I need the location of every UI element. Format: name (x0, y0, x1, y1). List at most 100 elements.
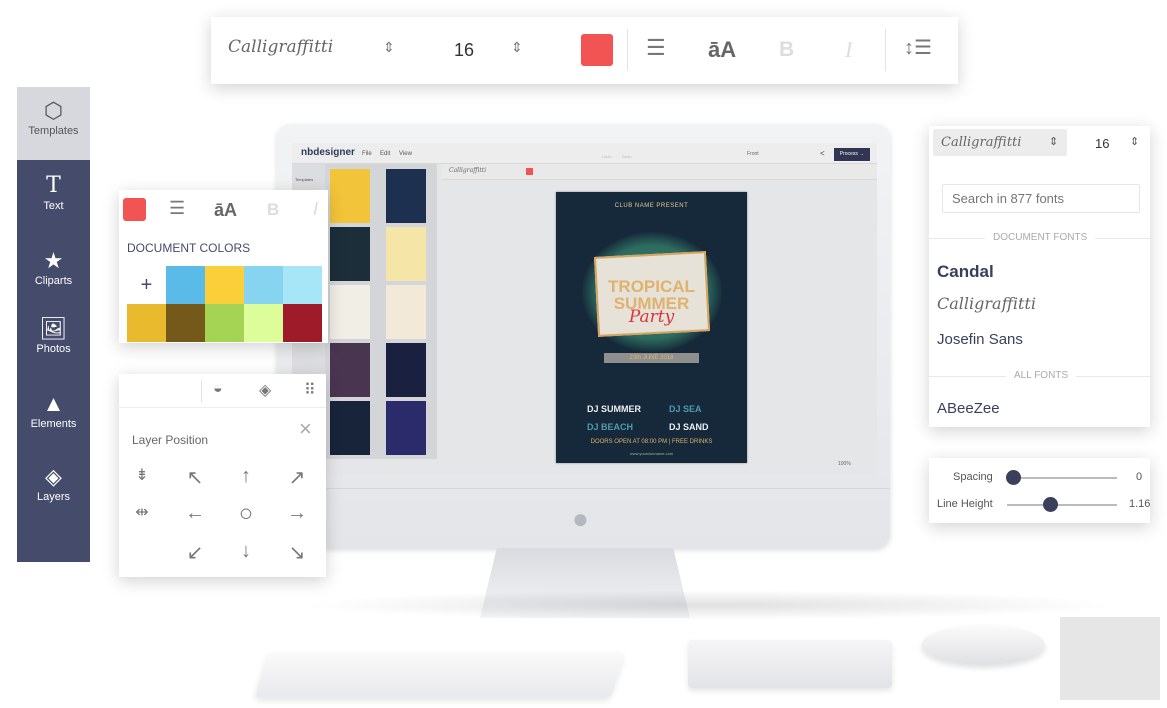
app-rail-templates[interactable]: Templates (295, 177, 313, 182)
italic-button[interactable]: I (313, 199, 318, 220)
font-family-select[interactable]: Calligraffitti (228, 37, 333, 57)
sidebar-item-templates[interactable]: ⬡ Templates (17, 87, 90, 160)
text-case-button[interactable]: āA (214, 200, 237, 221)
undo-button[interactable]: Undo (602, 154, 612, 159)
poster-date[interactable]: 23th JUNE 2018 (604, 353, 699, 363)
font-size-input[interactable]: 16 (1095, 136, 1109, 151)
redo-button[interactable]: Redo (622, 154, 632, 159)
process-button[interactable]: Process → (834, 148, 870, 161)
font-size-input[interactable]: 16 (454, 40, 474, 61)
color-swatch[interactable] (166, 304, 205, 342)
move-right-icon[interactable]: → (282, 502, 312, 525)
align-center-icon[interactable]: ☰ (169, 198, 185, 219)
spacing-slider[interactable] (1013, 477, 1117, 479)
app-color-button[interactable] (526, 168, 533, 175)
spacing-slider-handle[interactable] (1006, 470, 1021, 485)
color-swatch[interactable] (205, 304, 244, 342)
center-vertical-icon[interactable]: ⇟ (127, 465, 157, 485)
align-center-icon[interactable]: ☰ (646, 35, 666, 61)
bold-button[interactable]: B (267, 200, 279, 220)
poster-dj-1[interactable]: DJ SUMMER (587, 404, 641, 414)
template-thumbnail[interactable] (386, 227, 426, 281)
color-swatch[interactable] (283, 304, 322, 342)
poster-title-3[interactable]: Party (556, 307, 747, 327)
sidebar-item-label: Layers (36, 491, 71, 503)
add-color-button[interactable]: + (127, 266, 166, 304)
color-swatch[interactable] (244, 304, 283, 342)
size-updown-icon[interactable]: ⇕ (1130, 135, 1139, 148)
line-height-slider[interactable] (1007, 504, 1117, 506)
opacity-icon[interactable]: ◒ (213, 380, 223, 398)
poster-doors[interactable]: DOORS OPEN AT 08:00 PM | FREE DRINKS (556, 439, 747, 445)
template-thumbnail[interactable] (386, 401, 426, 455)
menu-edit[interactable]: Edit (380, 151, 390, 157)
color-swatch[interactable] (244, 266, 283, 304)
poster-dj-4[interactable]: DJ SAND (669, 422, 709, 432)
template-thumbnail[interactable] (330, 401, 370, 455)
color-swatch[interactable] (283, 266, 322, 304)
share-icon[interactable]: < (820, 149, 825, 158)
move-up-icon[interactable]: ↑ (231, 465, 261, 488)
move-down-icon[interactable]: ↓ (231, 540, 261, 563)
center-icon[interactable]: ○ (231, 500, 261, 528)
poster-canvas[interactable]: CLUB NAME PRESENT TROPICAL SUMMER Party … (556, 192, 747, 463)
menu-view[interactable]: View (399, 151, 412, 157)
size-updown-icon[interactable]: ⇕ (511, 39, 523, 56)
color-swatch[interactable] (166, 266, 205, 304)
template-thumbnail[interactable] (330, 285, 370, 339)
color-swatch[interactable] (127, 304, 166, 342)
template-thumbnail[interactable] (386, 343, 426, 397)
sidebar-item-cliparts[interactable]: ★ Cliparts (17, 247, 90, 311)
zoom-level[interactable]: 100% (838, 461, 851, 467)
close-icon[interactable]: × (299, 416, 312, 442)
updown-icon: ⇕ (1049, 136, 1059, 148)
app-header: nbdesigner File Edit View Undo Redo Fron… (292, 143, 877, 164)
template-thumbnail[interactable] (386, 169, 426, 223)
poster-dj-2[interactable]: DJ SEA (669, 404, 702, 414)
divider (627, 29, 628, 71)
center-horizontal-icon[interactable]: ⇹ (127, 502, 157, 522)
move-up-left-icon[interactable]: ↖ (180, 465, 210, 490)
grid-icon[interactable]: ⠿ (304, 380, 316, 400)
app-font-select[interactable]: Calligraffitti (449, 167, 486, 174)
layers-icon[interactable]: ◈ (259, 380, 271, 400)
cube-icon: ⬡ (43, 98, 64, 123)
bold-button[interactable]: B (779, 38, 794, 62)
sidebar-item-layers[interactable]: ◈ Layers (17, 463, 90, 527)
poster-url[interactable]: www.yourclubname.com (556, 451, 747, 456)
sidebar-item-photos[interactable]: 🖼 Photos (17, 315, 90, 379)
text-color-button[interactable] (581, 34, 613, 66)
move-up-right-icon[interactable]: ↗ (282, 465, 312, 490)
font-updown-icon[interactable]: ⇕ (383, 39, 395, 56)
template-thumbnail[interactable] (330, 343, 370, 397)
template-thumbnail[interactable] (386, 285, 426, 339)
font-search-input[interactable] (942, 184, 1140, 213)
font-item-candal[interactable]: Candal (937, 262, 994, 282)
poster-dj-3[interactable]: DJ BEACH (587, 422, 633, 432)
template-thumbnail[interactable] (330, 169, 370, 223)
italic-button[interactable]: I (845, 37, 852, 63)
sidebar-item-elements[interactable]: ▲ Elements (17, 390, 90, 454)
side-label[interactable]: Front (747, 151, 759, 157)
move-down-left-icon[interactable]: ↙ (180, 540, 210, 565)
divider (277, 488, 890, 489)
shapes-icon: ▲ (42, 391, 65, 416)
font-item-calligraffitti[interactable]: Calligraffitti (937, 294, 1036, 313)
font-item-abeezee[interactable]: ABeeZee (937, 400, 1000, 417)
sidebar-item-text[interactable]: T Text (17, 172, 90, 236)
line-height-icon[interactable]: ↕☰ (904, 35, 932, 60)
text-toolbar: Calligraffitti ⇕ 16 ⇕ ☰ āA B I ↕☰ (211, 17, 958, 84)
shadow (300, 590, 1120, 620)
template-grid (325, 164, 437, 459)
text-case-button[interactable]: āA (708, 37, 736, 63)
poster-club[interactable]: CLUB NAME PRESENT (556, 203, 747, 209)
move-down-right-icon[interactable]: ↘ (282, 540, 312, 565)
template-thumbnail[interactable] (330, 227, 370, 281)
menu-file[interactable]: File (362, 151, 372, 157)
color-swatch[interactable] (205, 266, 244, 304)
move-left-icon[interactable]: ← (180, 502, 210, 525)
text-color-button[interactable] (123, 198, 146, 221)
font-family-select[interactable]: Calligraffitti ⇕ (933, 129, 1067, 156)
font-item-josefin-sans[interactable]: Josefin Sans (937, 331, 1023, 348)
line-height-slider-handle[interactable] (1042, 497, 1058, 512)
